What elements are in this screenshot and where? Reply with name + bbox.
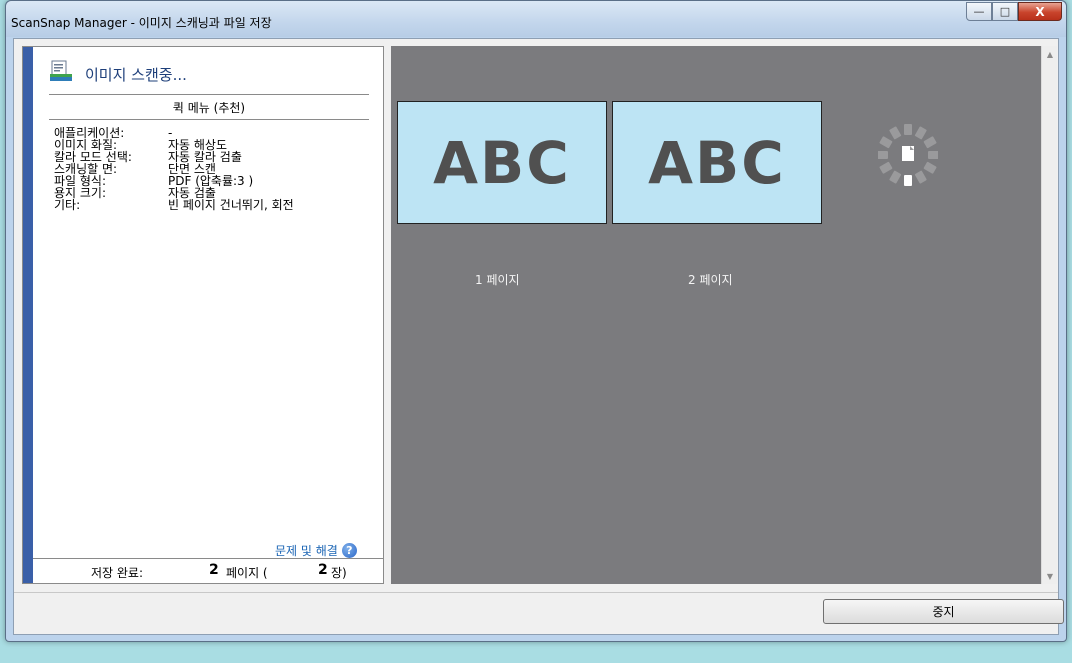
scan-status-text: 이미지 스캔중... <box>85 66 187 84</box>
save-status-bar: 저장 완료: 2 페이지 ( 2 장) <box>33 558 383 583</box>
setting-label: 기타: <box>54 198 81 212</box>
page-thumbnail-text: ABC <box>648 128 786 197</box>
scroll-up-icon[interactable]: ▲ <box>1042 46 1058 62</box>
vertical-scrollbar[interactable]: ▲ ▼ <box>1041 46 1057 584</box>
minimize-icon: — <box>973 5 985 18</box>
divider <box>49 119 369 120</box>
window-title: ScanSnap Manager - 이미지 스캐닝과 파일 저장 <box>11 16 272 30</box>
setting-row: 기타: 빈 페이지 건너뛰기, 회전 <box>54 199 294 211</box>
page-label: 1 페이지 <box>475 273 520 287</box>
scan-preview-area: ABC ABC 1 페이지 2 페이지 <box>391 46 1041 584</box>
title-bar[interactable]: ScanSnap Manager - 이미지 스캐닝과 파일 저장 — □ X <box>6 1 1066 37</box>
app-window: ScanSnap Manager - 이미지 스캐닝과 파일 저장 — □ X <box>5 0 1067 642</box>
maximize-icon: □ <box>999 5 1011 18</box>
panel-accent-bar <box>23 47 33 583</box>
scroll-down-icon[interactable]: ▼ <box>1042 568 1058 584</box>
troubleshooting-link-label: 문제 및 해결 <box>275 544 338 558</box>
page-thumbnail[interactable]: ABC <box>612 101 822 224</box>
close-button[interactable]: X <box>1018 2 1062 21</box>
close-icon: X <box>1035 4 1045 19</box>
page-thumbnail-text: ABC <box>433 128 571 197</box>
window-controls: — □ X <box>966 2 1062 21</box>
client-area: 이미지 스캔중... 퀵 메뉴 (추천) 애플리케이션: - 이미지 화질: 자… <box>13 38 1064 635</box>
setting-value: 빈 페이지 건너뛰기, 회전 <box>168 198 294 212</box>
saved-pages-label: 페이지 ( <box>226 566 268 580</box>
scan-status-header: 이미지 스캔중... <box>49 59 369 95</box>
scanning-document-icon <box>50 60 72 81</box>
settings-list: 애플리케이션: - 이미지 화질: 자동 해상도 칼라 모드 선택: 자동 칼라… <box>54 127 294 211</box>
saved-sheets-label: 장) <box>331 566 347 580</box>
page-label: 2 페이지 <box>688 273 733 287</box>
stop-button[interactable]: 중지 <box>823 599 1064 624</box>
troubleshooting-link[interactable]: 문제 및 해결 ? <box>275 542 357 559</box>
minimize-button[interactable]: — <box>966 2 992 21</box>
saved-label: 저장 완료: <box>91 566 144 580</box>
maximize-button[interactable]: □ <box>992 2 1018 21</box>
help-icon: ? <box>341 543 357 558</box>
scan-info-panel: 이미지 스캔중... 퀵 메뉴 (추천) 애플리케이션: - 이미지 화질: 자… <box>22 46 384 584</box>
page-thumbnail[interactable]: ABC <box>397 101 607 224</box>
saved-sheets-count: 2 <box>318 562 328 578</box>
saved-pages-count: 2 <box>209 562 219 578</box>
loading-spinner-icon <box>878 124 938 186</box>
footer-divider <box>14 592 1058 593</box>
quick-menu-title: 퀵 메뉴 (추천) <box>172 101 246 115</box>
